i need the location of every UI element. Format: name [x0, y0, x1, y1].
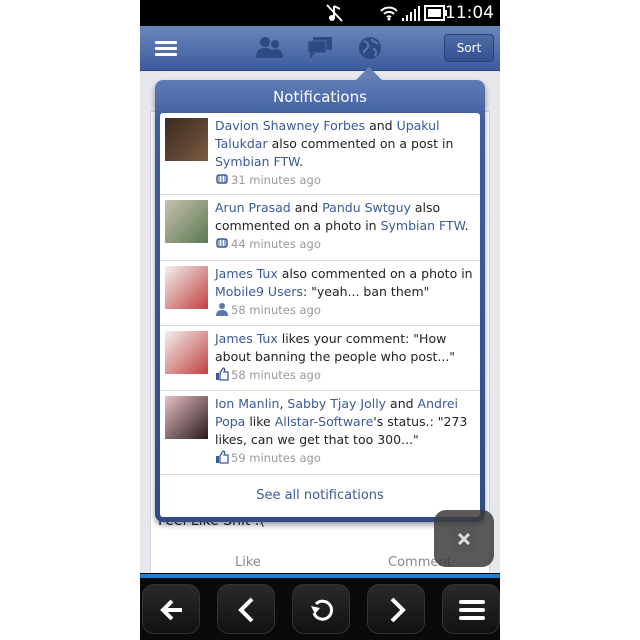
notifications-globe-icon[interactable]: [358, 36, 382, 60]
notification-item[interactable]: James Tux likes your comment: "How about…: [160, 326, 480, 391]
group-icon: [215, 236, 229, 250]
profile-link[interactable]: Davion Shawney Forbes: [215, 118, 365, 133]
exit-back-button[interactable]: [142, 584, 200, 634]
avatar[interactable]: [165, 266, 208, 309]
notification-meta: 58 minutes ago: [215, 301, 475, 319]
notifications-popup: Notifications See all notifications Davi…: [155, 80, 485, 522]
profile-link[interactable]: Sabby Tjay Jolly: [287, 396, 386, 411]
wifi-icon: [380, 6, 398, 21]
notification-text-segment: .: [464, 218, 469, 233]
timestamp: 58 minutes ago: [231, 368, 321, 382]
profile-link[interactable]: James Tux: [215, 331, 278, 346]
profile-link[interactable]: Ion Manlin: [215, 396, 279, 411]
see-all-notifications-link[interactable]: See all notifications: [160, 475, 480, 517]
notification-item[interactable]: James Tux also commented on a photo in M…: [160, 261, 480, 326]
notification-meta: 58 minutes ago: [215, 366, 475, 384]
notification-item[interactable]: Arun Prasad and Pandu Swtguy also commen…: [160, 195, 480, 261]
notification-text-segment: .: [299, 154, 303, 169]
menu-icon[interactable]: [155, 40, 177, 58]
avatar[interactable]: [165, 118, 208, 161]
notification-text-segment: also commented on a photo in: [277, 266, 473, 281]
reload-button[interactable]: [292, 584, 350, 634]
profile-link[interactable]: Mobile9 Users: [215, 284, 303, 299]
timestamp: 44 minutes ago: [231, 237, 321, 251]
profile-link[interactable]: Pandu Swtguy: [322, 200, 411, 215]
user-icon: [215, 302, 229, 316]
timestamp: 58 minutes ago: [231, 303, 321, 317]
clock: 11:04: [445, 3, 494, 23]
profile-link[interactable]: Allstar-Software: [275, 414, 374, 429]
close-icon: [451, 526, 477, 552]
notification-item[interactable]: Ion Manlin, Sabby Tjay Jolly and Andrei …: [160, 391, 480, 475]
profile-link[interactable]: Symbian FTW: [381, 218, 465, 233]
silent-icon: [326, 4, 343, 22]
popup-title: Notifications: [273, 88, 367, 106]
reload-icon: [311, 599, 334, 621]
chevron-left-icon: [238, 597, 254, 623]
avatar[interactable]: [165, 200, 208, 243]
popup-pointer: [355, 67, 383, 81]
back-button[interactable]: [217, 584, 275, 634]
notification-text-segment: and: [365, 118, 397, 133]
like-button[interactable]: Like: [235, 555, 261, 570]
notification-item[interactable]: Davion Shawney Forbes and Upakul Talukda…: [160, 113, 480, 195]
thumbs-up-icon: [215, 450, 229, 464]
menu-icon: [459, 600, 485, 620]
status-bar: 11:04: [140, 0, 500, 26]
profile-link[interactable]: Symbian FTW: [215, 154, 299, 169]
avatar[interactable]: [165, 396, 208, 439]
notification-text: James Tux likes your comment: "How about…: [215, 330, 475, 384]
messages-icon[interactable]: [307, 36, 333, 60]
notifications-list: See all notifications Davion Shawney For…: [160, 113, 480, 517]
browser-toolbar: [140, 578, 500, 640]
signal-icon: [402, 6, 420, 21]
notification-text-segment: : "yeah... ban them": [302, 284, 430, 299]
notification-text-segment: also commented on a post in: [267, 136, 454, 151]
phone-screen: 11:04 Sort Feel Like Shit :( Like Commen…: [140, 0, 500, 640]
group-icon: [215, 172, 229, 186]
timestamp: 31 minutes ago: [231, 173, 321, 187]
notification-text: James Tux also commented on a photo in M…: [215, 265, 475, 319]
thumbs-up-icon: [215, 367, 229, 381]
avatar[interactable]: [165, 331, 208, 374]
profile-link[interactable]: Arun Prasad: [215, 200, 291, 215]
arrow-left-icon: [160, 599, 182, 621]
notification-meta: 44 minutes ago: [215, 235, 475, 253]
notification-text: Davion Shawney Forbes and Upakul Talukda…: [215, 117, 475, 189]
close-button[interactable]: [434, 510, 494, 567]
notification-text-segment: and: [290, 200, 323, 215]
notification-text-segment: and: [386, 396, 418, 411]
forward-button[interactable]: [367, 584, 425, 634]
notification-text: Ion Manlin, Sabby Tjay Jolly and Andrei …: [215, 395, 475, 467]
sort-button[interactable]: Sort: [444, 34, 494, 62]
friends-icon[interactable]: [256, 36, 284, 60]
notification-text: Arun Prasad and Pandu Swtguy also commen…: [215, 199, 475, 253]
timestamp: 59 minutes ago: [231, 451, 321, 465]
notification-meta: 59 minutes ago: [215, 449, 475, 467]
profile-link[interactable]: James Tux: [215, 266, 278, 281]
notification-meta: 31 minutes ago: [215, 171, 475, 189]
chevron-right-icon: [390, 597, 406, 623]
notification-text-segment: like: [245, 414, 275, 429]
app-header: Sort: [140, 26, 500, 71]
options-menu-button[interactable]: [442, 584, 500, 634]
